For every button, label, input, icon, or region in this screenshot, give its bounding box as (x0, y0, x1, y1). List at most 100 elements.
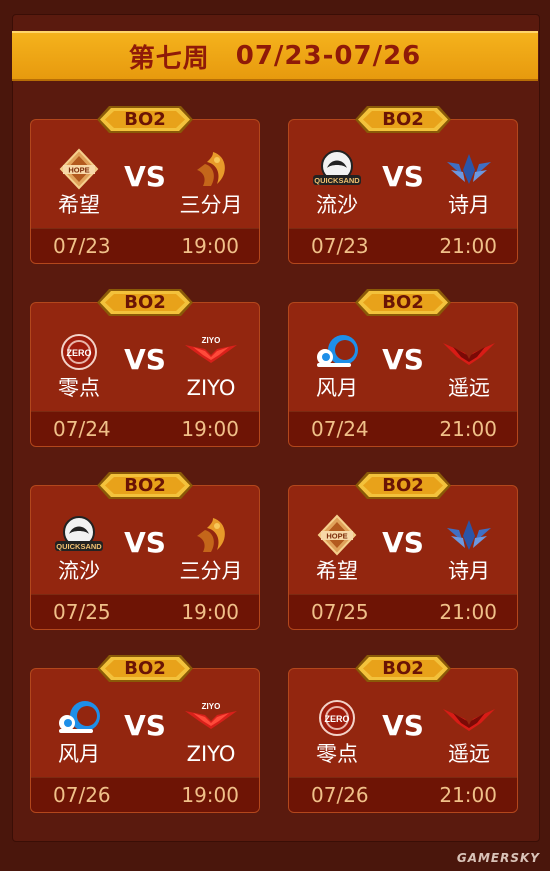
match-time-bar: 07/23 19:00 (31, 228, 259, 263)
shiyue-logo-icon (429, 514, 509, 556)
format-label: BO2 (124, 109, 166, 130)
team-right-name: 遥远 (448, 376, 490, 400)
team-left: QUICKSAND 流沙 (39, 514, 119, 590)
svg-text:ZIYO: ZIYO (202, 702, 221, 711)
match-time: 21:00 (439, 234, 497, 258)
match-date: 07/23 (311, 234, 369, 258)
format-badge: BO2 (97, 106, 193, 133)
svg-text:ZIYO: ZIYO (202, 336, 221, 345)
date-range: 07/23-07/26 (235, 41, 422, 71)
team-left-name: 零点 (58, 376, 100, 400)
ziyo-logo-icon: ZIYO (171, 697, 251, 739)
match-date: 07/25 (53, 600, 111, 624)
match-time: 19:00 (181, 234, 239, 258)
format-label: BO2 (124, 475, 166, 496)
team-right: 三分月 (171, 514, 251, 590)
hope-logo-icon: HOPE (39, 148, 119, 190)
match-time: 19:00 (181, 417, 239, 441)
team-left: 风月 (297, 331, 377, 407)
match-card: BO2 风月 VS ZIYO ZIYO 07/26 19:00 (30, 668, 260, 813)
team-right-name: ZIYO (186, 376, 236, 400)
format-label: BO2 (382, 292, 424, 313)
svg-text:QUICKSAND: QUICKSAND (314, 176, 360, 185)
team-left: 风月 (39, 697, 119, 773)
format-badge: BO2 (97, 655, 193, 682)
match-date: 07/23 (53, 234, 111, 258)
match-time-bar: 07/24 21:00 (289, 411, 517, 446)
quicksand-logo-icon: QUICKSAND (297, 148, 377, 190)
format-badge: BO2 (355, 472, 451, 499)
svg-text:ZERO: ZERO (66, 348, 91, 358)
team-right-name: ZIYO (186, 742, 236, 766)
hope-logo-icon: HOPE (297, 514, 377, 556)
team-right: 遥远 (429, 697, 509, 773)
svg-text:ZERO: ZERO (324, 714, 349, 724)
team-left-name: 零点 (316, 742, 358, 766)
team-left-name: 希望 (58, 193, 100, 217)
team-left: ZERO 零点 (297, 697, 377, 773)
fengyue-logo-icon (297, 331, 377, 373)
svg-text:HOPE: HOPE (68, 166, 89, 175)
yaoyuan-logo-icon (429, 697, 509, 739)
match-time: 21:00 (439, 417, 497, 441)
match-time-bar: 07/26 21:00 (289, 777, 517, 812)
team-left: ZERO 零点 (39, 331, 119, 407)
yaoyuan-logo-icon (429, 331, 509, 373)
team-left: QUICKSAND 流沙 (297, 148, 377, 224)
team-right: 遥远 (429, 331, 509, 407)
match-card: BO2 风月 VS 遥远 07/24 21:00 (288, 302, 518, 447)
zero-logo-icon: ZERO (297, 697, 377, 739)
team-left-name: 流沙 (316, 193, 358, 217)
team-left: HOPE 希望 (39, 148, 119, 224)
match-time: 19:00 (181, 783, 239, 807)
match-card: BO2 ZERO 零点 VS ZIYO ZIYO 07/24 19:00 (30, 302, 260, 447)
week-label: 第七周 (128, 43, 210, 74)
match-time-bar: 07/25 21:00 (289, 594, 517, 629)
sanfenyue-logo-icon (171, 148, 251, 190)
match-time-bar: 07/26 19:00 (31, 777, 259, 812)
team-left-name: 风月 (316, 376, 358, 400)
format-label: BO2 (124, 658, 166, 679)
format-badge: BO2 (355, 655, 451, 682)
match-card: BO2 HOPE 希望 VS 诗月 07/25 21:00 (288, 485, 518, 630)
team-left-name: 风月 (58, 742, 100, 766)
format-badge: BO2 (355, 289, 451, 316)
match-date: 07/26 (311, 783, 369, 807)
svg-text:QUICKSAND: QUICKSAND (56, 542, 102, 551)
team-right: 诗月 (429, 148, 509, 224)
team-left: HOPE 希望 (297, 514, 377, 590)
format-label: BO2 (382, 475, 424, 496)
match-time-bar: 07/24 19:00 (31, 411, 259, 446)
week-header: 第七周 07/23-07/26 (12, 31, 538, 81)
match-time-bar: 07/23 21:00 (289, 228, 517, 263)
sanfenyue-logo-icon (171, 514, 251, 556)
match-time: 19:00 (181, 600, 239, 624)
team-right: 诗月 (429, 514, 509, 590)
match-time-bar: 07/25 19:00 (31, 594, 259, 629)
match-date: 07/24 (311, 417, 369, 441)
shiyue-logo-icon (429, 148, 509, 190)
match-date: 07/26 (53, 783, 111, 807)
ziyo-logo-icon: ZIYO (171, 331, 251, 373)
match-time: 21:00 (439, 600, 497, 624)
match-date: 07/24 (53, 417, 111, 441)
team-right-name: 三分月 (179, 193, 243, 217)
format-badge: BO2 (355, 106, 451, 133)
match-card: BO2 HOPE 希望 VS 三分月 07/23 19:00 (30, 119, 260, 264)
svg-text:HOPE: HOPE (326, 532, 347, 541)
fengyue-logo-icon (39, 697, 119, 739)
team-right-name: 遥远 (448, 742, 490, 766)
format-label: BO2 (382, 109, 424, 130)
format-label: BO2 (124, 292, 166, 313)
zero-logo-icon: ZERO (39, 331, 119, 373)
team-left-name: 希望 (316, 559, 358, 583)
team-right: 三分月 (171, 148, 251, 224)
team-left-name: 流沙 (58, 559, 100, 583)
match-time: 21:00 (439, 783, 497, 807)
format-badge: BO2 (97, 472, 193, 499)
quicksand-logo-icon: QUICKSAND (39, 514, 119, 556)
format-badge: BO2 (97, 289, 193, 316)
watermark: GAMERSKY (456, 851, 540, 865)
match-date: 07/25 (311, 600, 369, 624)
team-right-name: 诗月 (448, 193, 490, 217)
